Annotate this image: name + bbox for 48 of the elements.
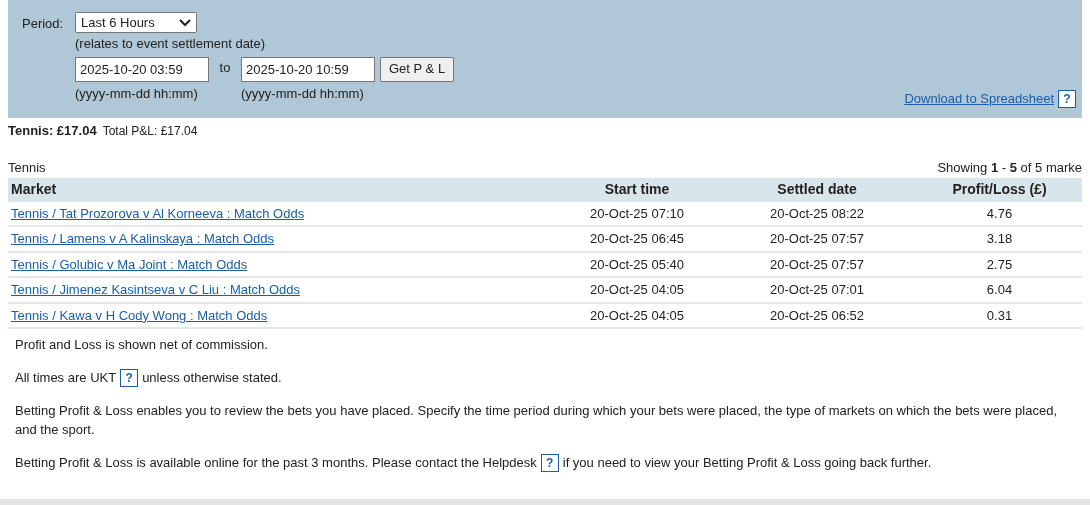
table-cell-text: 20-Oct-25 08:22	[769, 204, 865, 223]
period-label: Period:	[22, 15, 65, 33]
table-cell-text: 20-Oct-25 05:40	[589, 255, 685, 274]
market-link[interactable]: Tennis / Golubic v Ma Joint : Match Odds	[11, 256, 248, 272]
chevron-down-icon	[179, 18, 191, 27]
market-link[interactable]: Tennis / Kawa v H Cody Wong : Match Odds	[11, 307, 268, 323]
info-paragraph: Betting Profit & Loss enables you to review the bets you have placed. Specify the time period during which your bets were placed, the type of markets on which the bets were placed, and the sport.	[15, 402, 1059, 440]
table-cell-text: 4.76	[985, 204, 1014, 223]
total-pl: Total P&L: £17.04	[102, 123, 198, 140]
table-cell-text: 3.18	[985, 230, 1014, 249]
table-caption: Tennis	[8, 159, 46, 177]
table-cell-text: 20-Oct-25 06:52	[769, 306, 865, 325]
sport-total: Tennis: £17.04	[8, 122, 97, 140]
help-button[interactable]: ?	[540, 453, 559, 472]
info-paragraph: Profit and Loss is shown net of commission.	[15, 336, 269, 355]
period-note: (relates to event settlement date)	[75, 35, 267, 53]
table-cell-text: 2.75	[985, 255, 1014, 274]
download-spreadsheet-link[interactable]: Download to Spreadsheet	[904, 89, 1054, 109]
market-link[interactable]: Tennis / Lamens v A Kalinskaya : Match Odds	[11, 231, 275, 247]
table-cell-text: 20-Oct-25 04:05	[589, 306, 685, 325]
market-link[interactable]: Tennis / Tat Prozorova v Al Korneeva : Match Odds	[11, 205, 305, 221]
table-cell-text: 20-Oct-25 06:45	[589, 230, 685, 249]
market-link[interactable]: Tennis / Jimenez Kasintseva v C Liu : Match Odds	[11, 282, 300, 298]
table-cell-text: 20-Oct-25 07:10	[589, 204, 685, 223]
to-date-field[interactable]: 2025-10-20 10:59	[241, 56, 375, 82]
get-pl-button[interactable]: Get P & L	[380, 56, 455, 82]
table-cell-text: 20-Oct-25 04:05	[589, 281, 685, 300]
info-text: All times are UKT	[15, 369, 117, 388]
column-header: Market	[10, 180, 58, 199]
table-cell-text: 0.31	[985, 306, 1014, 325]
table-cell-text: 6.04	[985, 281, 1014, 300]
from-date-field[interactable]: 2025-10-20 03:59	[75, 56, 209, 82]
info-text: if you need to view your Betting Profit & Loss going back further.	[562, 454, 932, 473]
table-cell-text: 20-Oct-25 07:57	[769, 230, 865, 249]
info-text: Betting Profit & Loss is available online for the past 3 months. Please contact the Helpdesk	[15, 454, 537, 473]
help-button[interactable]: ?	[120, 368, 139, 387]
to-label: to	[218, 58, 232, 77]
date-format-hint: (yyyy-mm-dd hh:mm)	[241, 84, 365, 103]
help-button[interactable]: ?	[1058, 89, 1076, 108]
showing-count: Showing 1 - 5 of 5 marke	[937, 159, 1082, 177]
column-header: Start time	[603, 180, 671, 199]
info-text: unless otherwise stated.	[142, 369, 282, 388]
column-header: Profit/Loss (£)	[951, 180, 1048, 199]
date-format-hint: (yyyy-mm-dd hh:mm)	[75, 84, 199, 103]
table-cell-text: 20-Oct-25 07:01	[769, 281, 865, 300]
column-header: Settled date	[776, 180, 858, 199]
table-cell-text: 20-Oct-25 07:57	[769, 255, 865, 274]
period-select[interactable]: Last 6 Hours	[75, 12, 197, 33]
